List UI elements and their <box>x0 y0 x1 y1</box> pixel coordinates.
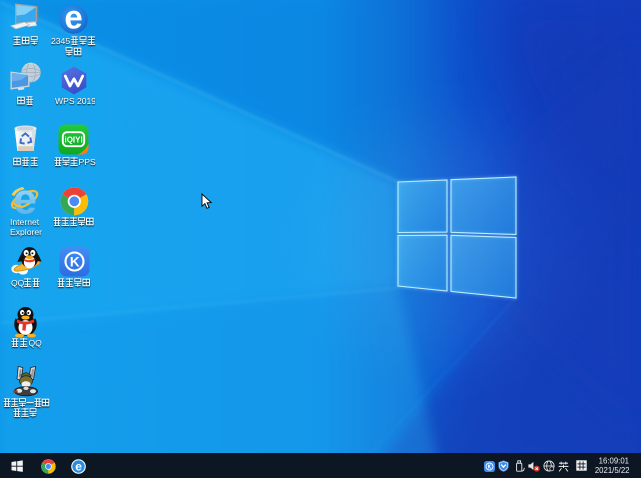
svg-text:2021/5/22: 2021/5/22 <box>595 466 630 475</box>
svg-text:2345: 2345 <box>51 36 70 46</box>
svg-text:iQIYI: iQIYI <box>64 136 82 145</box>
svg-text:16:09:01: 16:09:01 <box>599 457 629 466</box>
svg-text:K: K <box>70 254 80 269</box>
svg-text:QQ: QQ <box>28 338 42 348</box>
svg-text:e: e <box>75 459 82 473</box>
svg-text:e: e <box>64 5 82 34</box>
svg-text:Explorer: Explorer <box>10 227 42 237</box>
svg-text:Internet: Internet <box>10 217 40 227</box>
svg-text:WPS 2019: WPS 2019 <box>55 96 95 106</box>
svg-text:QQ: QQ <box>11 278 25 288</box>
svg-text:e: e <box>13 184 37 217</box>
svg-text:PPS: PPS <box>79 157 96 167</box>
